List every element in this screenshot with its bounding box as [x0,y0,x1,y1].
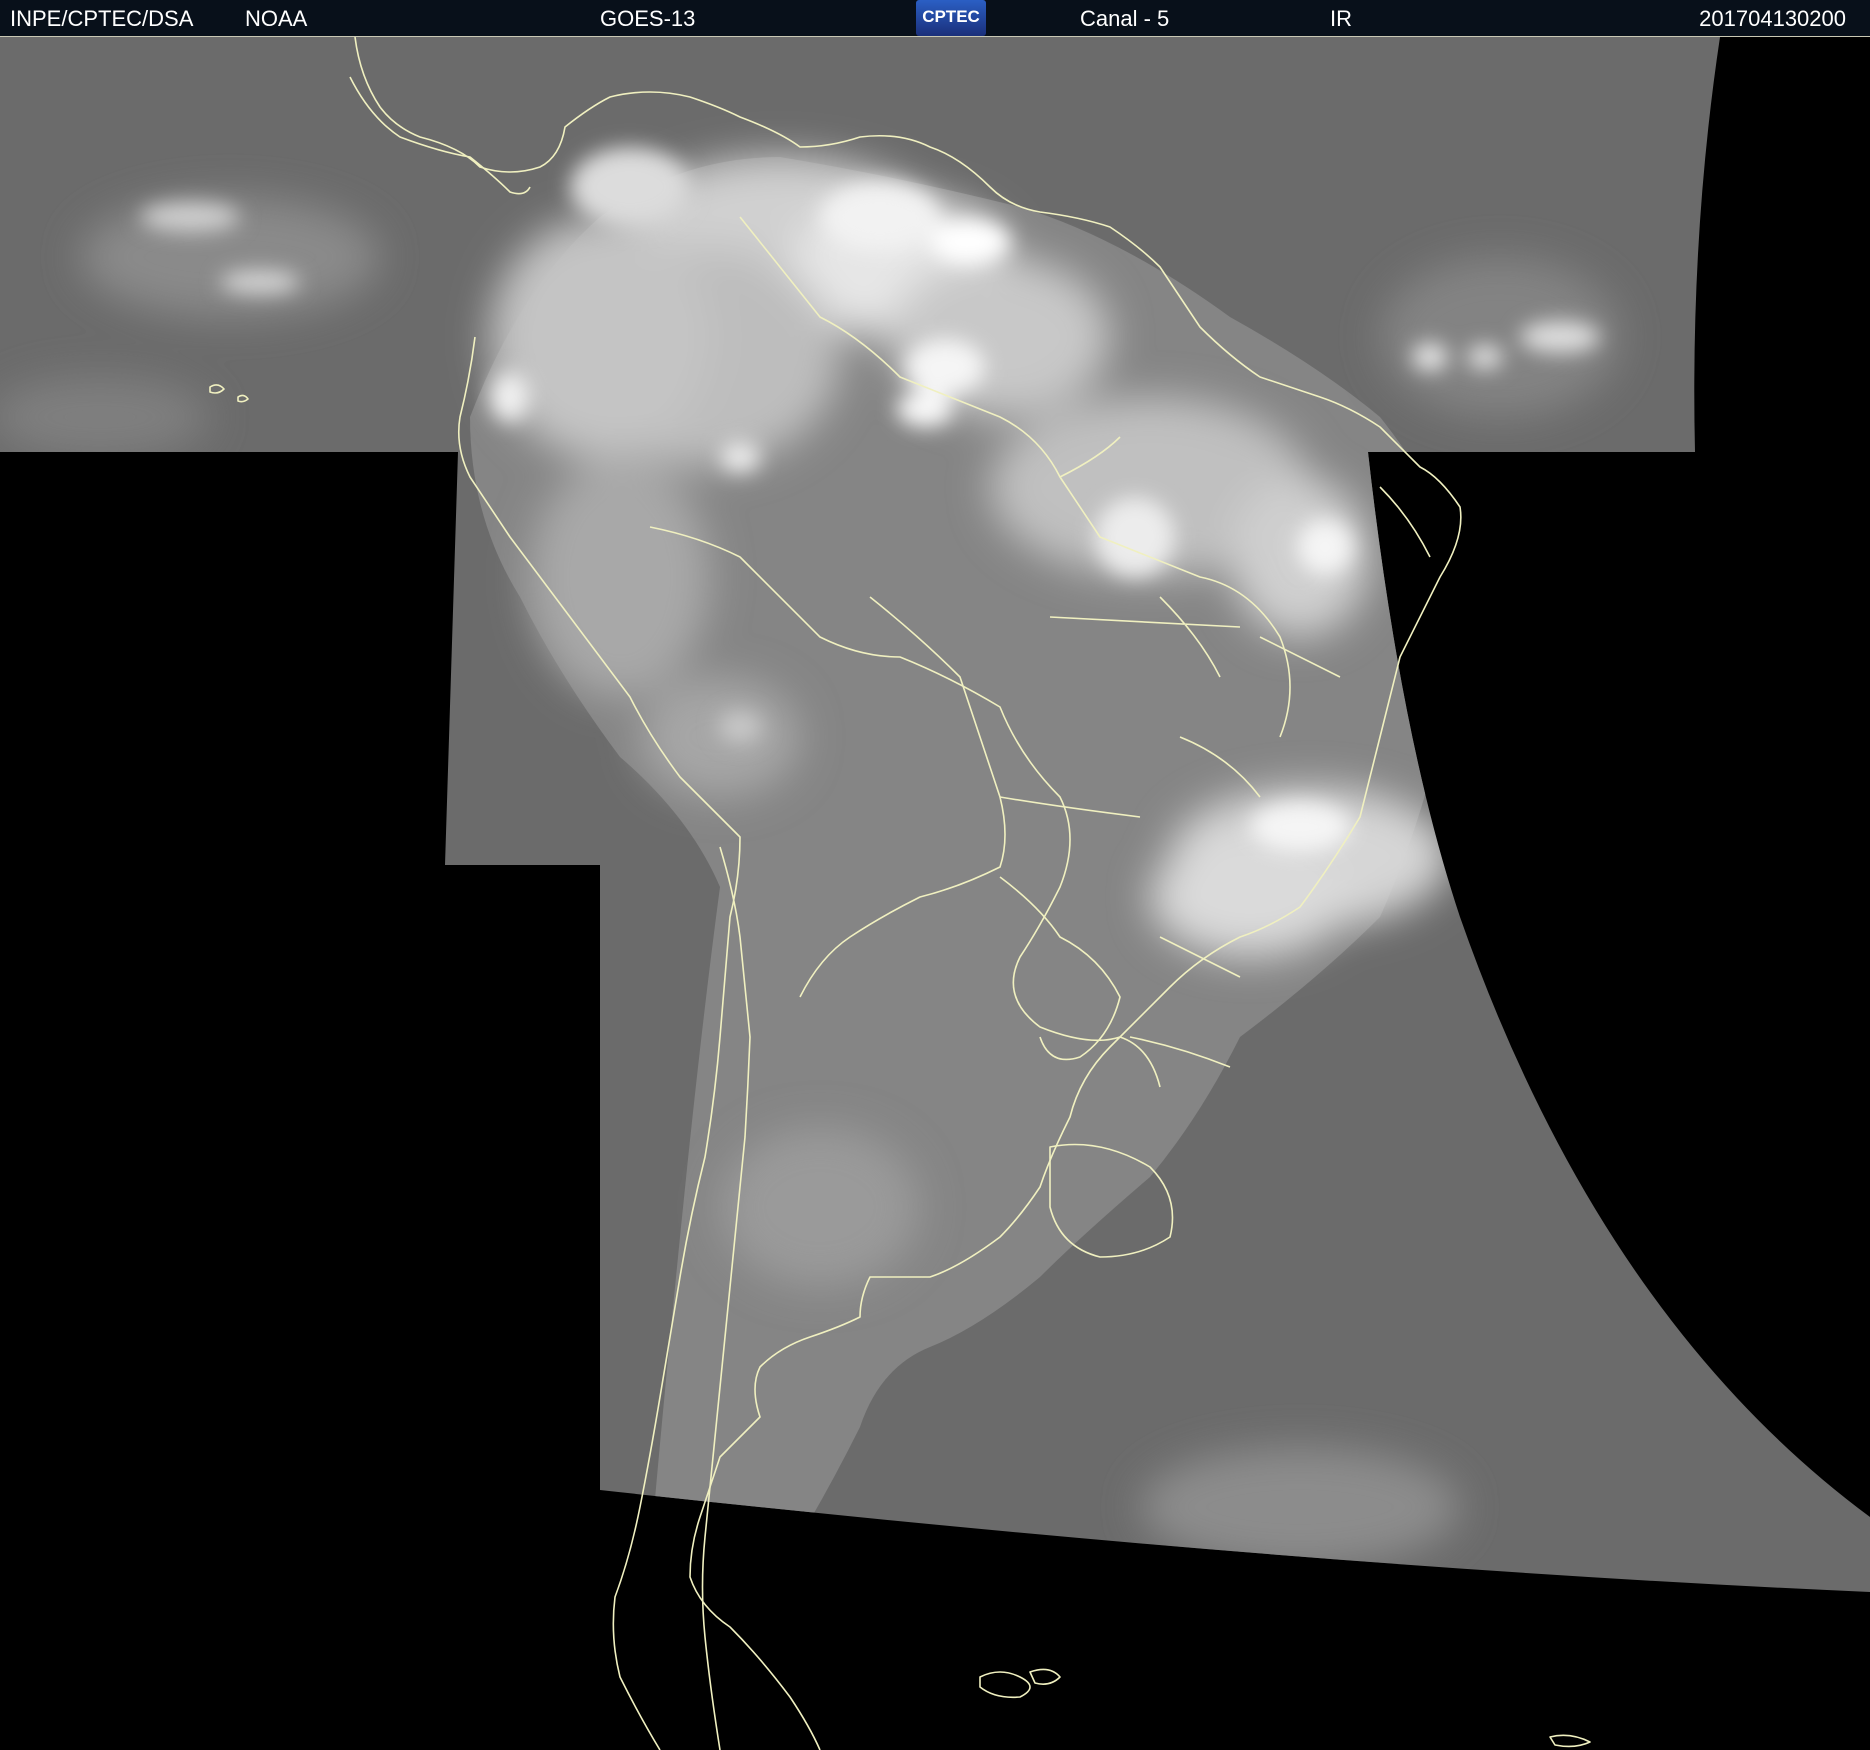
satellite-label: GOES-13 [600,6,696,31]
satellite-image [0,37,1870,1750]
channel-label: Canal - 5 [1080,6,1170,31]
organization-label: INPE/CPTEC/DSA [10,6,194,31]
agency-label: NOAA [245,6,308,31]
band-label: IR [1330,6,1352,31]
satellite-map [0,37,1870,1750]
header-bar: INPE/CPTEC/DSA NOAA GOES-13 CPTEC Canal … [0,0,1870,37]
cptec-logo: CPTEC [916,0,986,36]
timestamp-label: 201704130200 [1699,6,1846,31]
